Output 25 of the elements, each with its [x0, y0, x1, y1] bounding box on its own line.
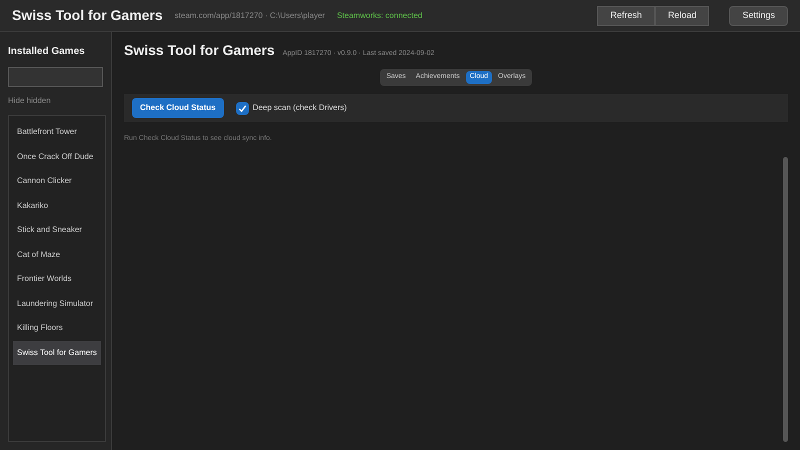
- status-text: Steamworks: connected: [336, 10, 422, 22]
- toolbar-button[interactable]: Refresh: [597, 6, 655, 26]
- game-item[interactable]: Battlefront Tower: [13, 120, 101, 144]
- game-item[interactable]: Frontier Worlds: [13, 267, 101, 292]
- search-field[interactable]: [8, 67, 103, 87]
- checkbox-label[interactable]: Deep scan (check Drivers): [252, 102, 347, 114]
- game-item[interactable]: Cat of Maze: [13, 242, 101, 267]
- app-title: Swiss Tool for Gamers: [12, 6, 163, 25]
- game-item[interactable]: Stick and Sneaker: [13, 218, 101, 242]
- check-icon: [238, 104, 247, 112]
- main-scrollbar[interactable]: [783, 156, 788, 442]
- checkbox[interactable]: [236, 102, 249, 114]
- game-item[interactable]: Once Crack Off Dude: [13, 144, 101, 169]
- check-button[interactable]: Check Cloud Status: [132, 98, 224, 118]
- filter-text[interactable]: Hide hidden: [8, 95, 103, 107]
- game-item[interactable]: Swiss Tool for Gamers: [13, 340, 101, 365]
- game-item[interactable]: Killing Floors: [13, 316, 101, 340]
- toolbar-button[interactable]: Reload: [654, 6, 710, 26]
- game-item[interactable]: Laundering Simulator: [13, 292, 101, 316]
- game-item[interactable]: Kakariko: [13, 194, 101, 218]
- path-text: steam.com/app/1817270 · C:\Users\player: [174, 10, 325, 22]
- settings-button[interactable]: Settings: [729, 6, 788, 26]
- page-title: Swiss Tool for Gamers: [124, 41, 275, 60]
- sidebar-title: Installed Games: [8, 45, 86, 59]
- game-item[interactable]: Cannon Clicker: [13, 169, 101, 194]
